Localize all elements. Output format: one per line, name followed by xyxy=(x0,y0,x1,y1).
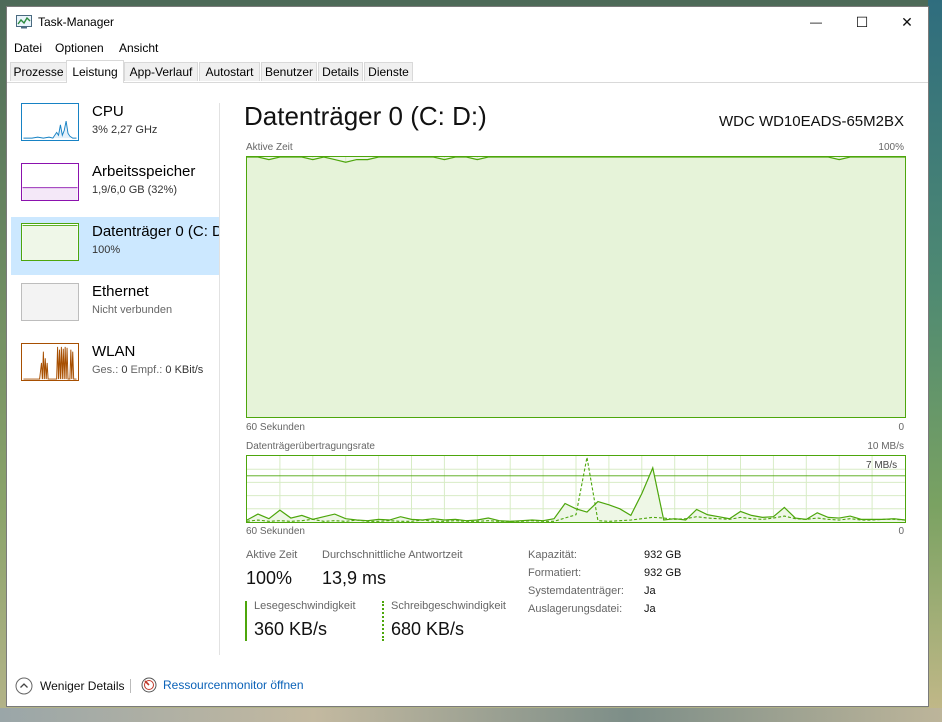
sidebar-item-cpu[interactable]: CPU 3% 2,27 GHz xyxy=(11,97,219,155)
sidebar-item-datentraeger-0[interactable]: Datenträger 0 (C: D:) 100% xyxy=(11,217,219,275)
graph2-time: 60 Sekunden xyxy=(246,526,305,537)
write-speed-marker xyxy=(382,601,384,641)
sidebar-cpu-usage: 3% 2,27 GHz xyxy=(92,124,158,136)
maximize-button[interactable]: ☐ xyxy=(839,7,885,37)
write-speed-label: Schreibgeschwindigkeit xyxy=(391,600,506,612)
detail-title: Datenträger 0 (C: D:) xyxy=(244,101,487,131)
footer-separator xyxy=(130,679,131,693)
disk-model: WDC WD10EADS-65M2BX xyxy=(718,113,904,130)
tab-prozesse[interactable]: Prozesse xyxy=(10,62,67,81)
graph2-label: Datenträgerübertragungsrate xyxy=(246,441,375,452)
tab-benutzer[interactable]: Benutzer xyxy=(261,62,317,81)
minimize-button[interactable]: — xyxy=(793,7,839,37)
fewer-details-button[interactable]: Weniger Details xyxy=(15,677,124,695)
graph1-time: 60 Sekunden xyxy=(246,422,305,433)
sidebar-memory-name: Arbeitsspeicher xyxy=(92,163,196,180)
graph2-reference-label: 7 MB/s xyxy=(866,460,898,471)
title-bar[interactable]: Task-Manager — ☐ ✕ xyxy=(7,7,928,37)
menu-optionen[interactable]: Optionen xyxy=(55,41,104,55)
sidebar-item-wlan[interactable]: WLAN Ges.: 0 Empf.: 0 KBit/s xyxy=(11,337,219,395)
close-icon: ✕ xyxy=(901,13,913,30)
sidebar-wlan-throughput: Ges.: 0 Empf.: 0 KBit/s xyxy=(92,364,203,376)
menu-ansicht[interactable]: Ansicht xyxy=(119,41,158,55)
chevron-up-icon xyxy=(15,677,33,695)
window-title: Task-Manager xyxy=(38,15,115,29)
sidebar-item-arbeitsspeicher[interactable]: Arbeitsspeicher 1,9/6,0 GB (32%) xyxy=(11,157,219,215)
graph1-label: Aktive Zeit xyxy=(246,142,293,153)
page-file-value: Ja xyxy=(644,603,656,615)
tab-leistung[interactable]: Leistung xyxy=(66,60,124,83)
formatted-label: Formatiert: xyxy=(528,567,582,579)
transfer-rate-graph xyxy=(246,455,906,523)
sidebar-item-ethernet[interactable]: Ethernet Nicht verbunden xyxy=(11,277,219,335)
read-speed-value: 360 KB/s xyxy=(254,619,328,639)
read-speed-label: Lesegeschwindigkeit xyxy=(254,600,356,612)
cpu-thumbnail-graph xyxy=(21,103,79,141)
ethernet-thumbnail-graph xyxy=(21,283,79,321)
system-disk-value: Ja xyxy=(644,585,656,597)
sidebar-memory-usage: 1,9/6,0 GB (32%) xyxy=(92,184,177,196)
tab-autostart[interactable]: Autostart xyxy=(199,62,260,81)
fewer-details-label: Weniger Details xyxy=(40,679,125,693)
maximize-icon: ☐ xyxy=(855,13,869,30)
footer: Weniger Details Ressourcenmonitor öffnen xyxy=(7,669,928,703)
sidebar-ethernet-name: Ethernet xyxy=(92,283,149,300)
sidebar-ethernet-status: Nicht verbunden xyxy=(92,304,173,316)
page-file-label: Auslagerungsdatei: xyxy=(528,603,623,615)
graph1-max: 100% xyxy=(878,142,904,153)
active-time-value: 100% xyxy=(246,568,293,588)
response-time-value: 13,9 ms xyxy=(322,568,387,588)
tab-dienste[interactable]: Dienste xyxy=(364,62,413,81)
wlan-receive-value: 0 KBit/s xyxy=(165,364,204,376)
wlan-send-value: 0 xyxy=(121,364,128,376)
open-resource-monitor-link[interactable]: Ressourcenmonitor öffnen xyxy=(141,677,304,693)
sidebar-disk-name: Datenträger 0 (C: D:) xyxy=(92,223,219,240)
response-time-label: Durchschnittliche Antwortzeit xyxy=(322,549,463,561)
tab-bar: Prozesse Leistung App-Verlauf Autostart … xyxy=(7,60,928,83)
close-button[interactable]: ✕ xyxy=(884,7,928,37)
system-disk-label: Systemdatenträger: xyxy=(528,585,624,597)
sidebar-cpu-name: CPU xyxy=(92,103,124,120)
minimize-icon: — xyxy=(810,15,822,29)
task-manager-icon xyxy=(16,15,32,29)
read-speed-marker xyxy=(245,601,247,641)
write-speed-value: 680 KB/s xyxy=(391,619,465,639)
wlan-send-label: Ges.: xyxy=(92,364,119,376)
task-manager-window: Task-Manager — ☐ ✕ Datei Optionen Ansich… xyxy=(6,6,929,707)
desktop-background-bottom xyxy=(0,708,942,722)
memory-thumbnail-graph xyxy=(21,163,79,201)
resource-monitor-icon xyxy=(141,677,157,693)
active-time-label: Aktive Zeit xyxy=(246,549,298,561)
resource-monitor-label: Ressourcenmonitor öffnen xyxy=(163,678,304,692)
desktop-background-right xyxy=(928,0,942,722)
wlan-thumbnail-graph xyxy=(21,343,79,381)
tab-details[interactable]: Details xyxy=(318,62,363,81)
sidebar-wlan-name: WLAN xyxy=(92,343,136,360)
capacity-value: 932 GB xyxy=(644,549,682,561)
graph2-max: 10 MB/s xyxy=(867,441,904,452)
wlan-receive-label: Empf.: xyxy=(130,364,163,376)
disk-thumbnail-graph xyxy=(21,223,79,261)
menu-bar: Datei Optionen Ansicht xyxy=(7,39,928,57)
active-time-graph xyxy=(246,156,906,418)
sidebar-divider xyxy=(219,103,220,655)
formatted-value: 932 GB xyxy=(644,567,682,579)
graph2-min: 0 xyxy=(898,526,904,537)
graph1-min: 0 xyxy=(898,422,904,433)
tab-app-verlauf[interactable]: App-Verlauf xyxy=(124,62,198,81)
capacity-label: Kapazität: xyxy=(528,549,577,561)
menu-datei[interactable]: Datei xyxy=(14,41,42,55)
active-time-area xyxy=(247,157,905,417)
sidebar-disk-usage: 100% xyxy=(92,244,121,256)
